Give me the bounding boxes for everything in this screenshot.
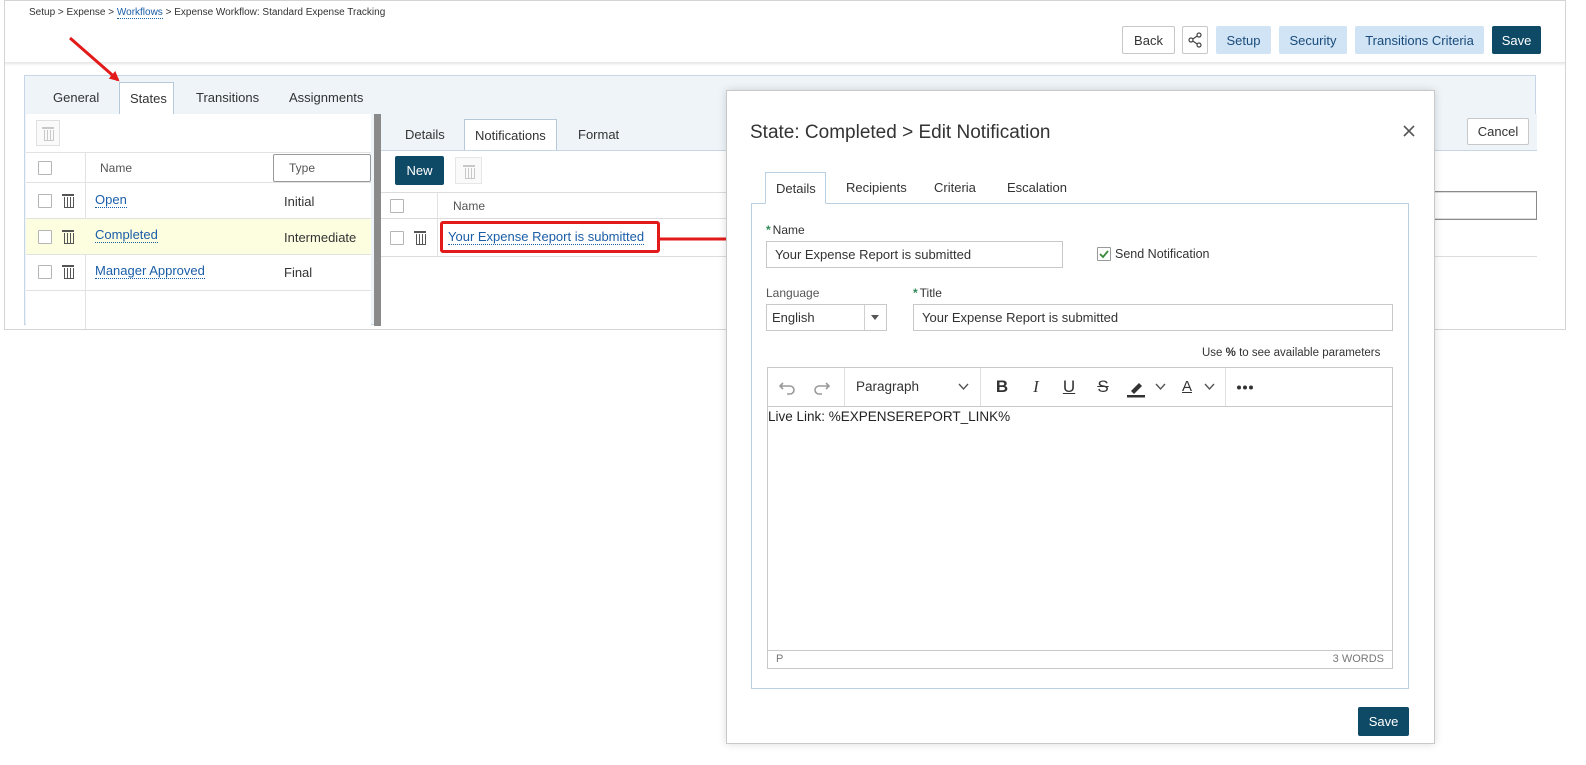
arrow-to-states-tab <box>69 36 120 82</box>
name-field[interactable]: Your Expense Report is submitted <box>766 241 1063 268</box>
highlight-color-icon[interactable] <box>1126 378 1146 398</box>
language-value: English <box>772 310 815 325</box>
italic-icon[interactable]: I <box>1027 376 1045 398</box>
dialog-tab-recipients[interactable]: Recipients <box>846 180 907 195</box>
edit-notification-dialog: State: Completed > Edit Notification Det… <box>726 90 1435 744</box>
chevron-down-icon[interactable] <box>958 383 969 391</box>
redo-icon[interactable] <box>813 378 831 396</box>
close-icon[interactable] <box>1401 123 1417 139</box>
toolbar-divider <box>1225 368 1226 406</box>
hint-symbol: % <box>1225 347 1236 359</box>
chevron-down-icon[interactable] <box>1155 383 1166 391</box>
dialog-tab-details[interactable]: Details <box>776 181 816 196</box>
send-notification-checkbox[interactable] <box>1097 247 1111 261</box>
dialog-tab-escalation[interactable]: Escalation <box>1007 180 1067 195</box>
block-format-select[interactable]: Paragraph <box>856 379 919 394</box>
hint-prefix: Use <box>1202 347 1223 359</box>
send-notification-label[interactable]: Send Notification <box>1115 247 1210 261</box>
editor-status-bar: P 3 WORDS <box>768 650 1392 668</box>
toolbar-divider <box>844 368 845 406</box>
element-path[interactable]: P <box>776 653 783 665</box>
editor-content[interactable]: Live Link: %EXPENSEREPORT_LINK% <box>768 409 1392 649</box>
title-label: * Title <box>913 286 942 300</box>
select-divider <box>864 305 865 330</box>
language-select[interactable]: English <box>766 304 887 331</box>
bold-icon[interactable]: B <box>993 376 1011 398</box>
dialog-save-button[interactable]: Save <box>1358 707 1409 736</box>
editor-toolbar: Paragraph B I U S A <box>768 368 1392 407</box>
chevron-down-icon[interactable] <box>1204 383 1215 391</box>
rich-text-editor: Paragraph B I U S A Live Link: %EXPENSER… <box>767 367 1393 669</box>
language-label: Language <box>766 286 820 300</box>
underline-icon[interactable]: U <box>1060 376 1078 398</box>
parameters-hint: Use % to see available parameters <box>1202 347 1380 359</box>
toolbar-divider <box>980 368 981 406</box>
title-field[interactable]: Your Expense Report is submitted <box>913 304 1393 331</box>
undo-icon[interactable] <box>778 378 796 396</box>
more-options-icon[interactable] <box>1236 385 1254 390</box>
dropdown-arrow-icon[interactable] <box>871 315 879 321</box>
hint-suffix: to see available parameters <box>1239 347 1381 359</box>
strikethrough-icon[interactable]: S <box>1094 376 1112 398</box>
word-count[interactable]: 3 WORDS <box>1333 653 1384 665</box>
checkmark-icon <box>1099 250 1109 259</box>
dialog-tab-criteria[interactable]: Criteria <box>934 180 976 195</box>
title-label-text: Title <box>919 286 942 300</box>
name-label-text: Name <box>772 223 805 237</box>
name-label: * Name <box>766 223 805 237</box>
text-color-icon[interactable]: A <box>1178 376 1196 398</box>
dialog-title: State: Completed > Edit Notification <box>750 122 1051 143</box>
